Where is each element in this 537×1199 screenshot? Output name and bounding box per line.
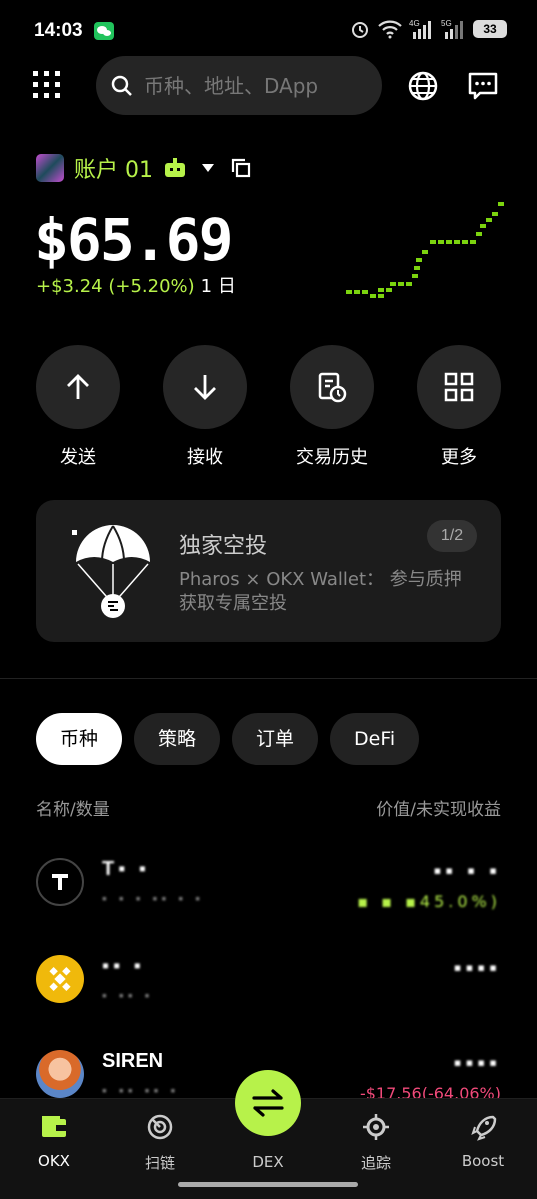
rocket-icon [471,1115,497,1141]
svg-text:5G: 5G [441,19,452,28]
receive-circle [163,345,247,429]
token-name: T▪ ▪ [102,858,150,880]
more-label: 更多 [441,447,477,468]
swap-icon [252,1089,284,1117]
copy-icon[interactable] [231,158,251,178]
arrow-up-icon [67,374,89,399]
more-button[interactable]: 更多 [416,345,502,469]
list-header-name: 名称/数量 [36,800,110,820]
search-icon [111,75,132,96]
token-row[interactable]: T▪ ▪ ▪ ▪ ▪ ▪▪ ▪ ▪ ▪▪ ▪ ▪ ▪ ▪ ▪45.0%) [36,858,501,928]
send-button[interactable]: 发送 [35,345,121,469]
nav-track[interactable]: 追踪 [336,1113,416,1173]
message-icon [468,72,498,100]
receive-button[interactable]: 接收 [162,345,248,469]
nav-dex-label: DEX [252,1153,284,1171]
nav-scan[interactable]: 扫链 [120,1113,200,1173]
banner-body: Pharos × OKX Wallet： 参与质押获取专属空投 [179,569,462,614]
token-value: ▪▪▪▪ [453,1050,501,1075]
crosshair-icon [363,1114,389,1140]
send-circle [36,345,120,429]
globe-icon [408,71,438,101]
tab-strategies[interactable]: 策略 [134,713,221,765]
dex-swap-button[interactable] [235,1070,301,1136]
asset-tabs: 币种 策略 订单 DeFi [36,713,420,765]
receive-label: 接收 [187,447,223,468]
status-bar: 14:03 4G 5G 33 [0,0,537,62]
history-button[interactable]: 交易历史 [289,345,375,469]
list-header: 名称/数量 价值/未实现收益 [36,795,501,820]
history-label: 交易历史 [296,447,368,468]
banner-pager: 1/2 [427,520,477,552]
nav-boost[interactable]: Boost [443,1113,523,1170]
nav-dex[interactable]: DEX [228,1147,308,1171]
account-avatar [36,154,64,182]
total-balance: $65.69 [34,206,234,274]
token-icon [36,858,84,906]
token-row[interactable]: ▪▪ ▪ ▪ ▪▪ ▪ ▪▪▪▪ [36,955,501,1025]
history-icon [318,372,347,403]
nav-okx-label: OKX [38,1152,70,1170]
tab-defi[interactable]: DeFi [330,713,420,765]
language-button[interactable] [407,70,439,107]
account-name: 账户 01 [74,158,153,183]
airdrop-banner[interactable]: 独家空投 Pharos × OKX Wallet： 参与质押获取专属空投 1/2 [36,500,501,642]
quick-actions: 发送 接收 交易历史 更多 [0,345,537,475]
battery-indicator: 33 [473,20,507,38]
signal-4g-icon: 4G [409,19,431,39]
search-bar[interactable] [96,56,382,115]
nav-boost-label: Boost [461,1152,505,1170]
wallet-icon [42,1116,66,1137]
bnb-icon [36,955,84,1003]
list-header-value: 价值/未实现收益 [376,800,501,820]
arrow-down-icon [194,375,216,400]
nav-okx[interactable]: OKX [14,1113,94,1170]
chevron-down-icon [202,164,214,172]
siren-token-icon [36,1050,84,1098]
system-icons: 4G 5G 33 [349,18,507,40]
bot-icon [165,158,185,177]
balance-change-period: 1 日 [200,276,236,297]
account-selector[interactable]: 账户 01 [36,152,251,184]
wifi-icon [378,20,402,39]
send-label: 发送 [60,447,96,468]
apps-menu-button[interactable] [32,70,62,100]
header [0,56,537,116]
token-qty: ▪ ▪ ▪ ▪▪ ▪ ▪ [102,890,205,906]
tab-orders[interactable]: 订单 [232,713,319,765]
section-divider [0,678,537,679]
tab-tokens[interactable]: 币种 [36,713,123,765]
wechat-icon [94,22,114,40]
banner-title: 独家空投 [179,534,268,559]
token-value: ▪▪ ▪ ▪ [433,858,501,883]
token-qty: ▪ ▪▪ ▪▪ ▪ [102,1082,180,1098]
token-pnl: ▪ ▪ ▪45.0%) [357,892,501,911]
status-time: 14:03 [34,20,83,41]
balance-change: +$3.24 (+5.20%) 1 日 [36,272,236,298]
alarm-icon [352,22,368,38]
search-input[interactable] [144,73,364,98]
token-name: ▪▪ ▪ [102,955,145,977]
radar-icon [147,1114,173,1140]
token-value: ▪▪▪▪ [453,955,501,980]
more-circle [417,345,501,429]
balance-sparkline [346,202,504,298]
dots-grid-icon [33,71,60,98]
svg-text:4G: 4G [409,19,420,28]
history-circle [290,345,374,429]
token-qty: ▪ ▪▪ ▪ [102,987,154,1003]
nav-scan-label: 扫链 [144,1154,175,1172]
nav-track-label: 追踪 [360,1154,391,1172]
balance-change-value: +$3.24 (+5.20%) [36,276,195,297]
token-name: SIREN [102,1050,164,1072]
parachute-icon [72,525,150,618]
signal-5g-icon: 5G [441,19,463,39]
grid-icon [444,372,474,402]
home-indicator[interactable] [178,1182,358,1187]
messages-button[interactable] [467,70,499,107]
